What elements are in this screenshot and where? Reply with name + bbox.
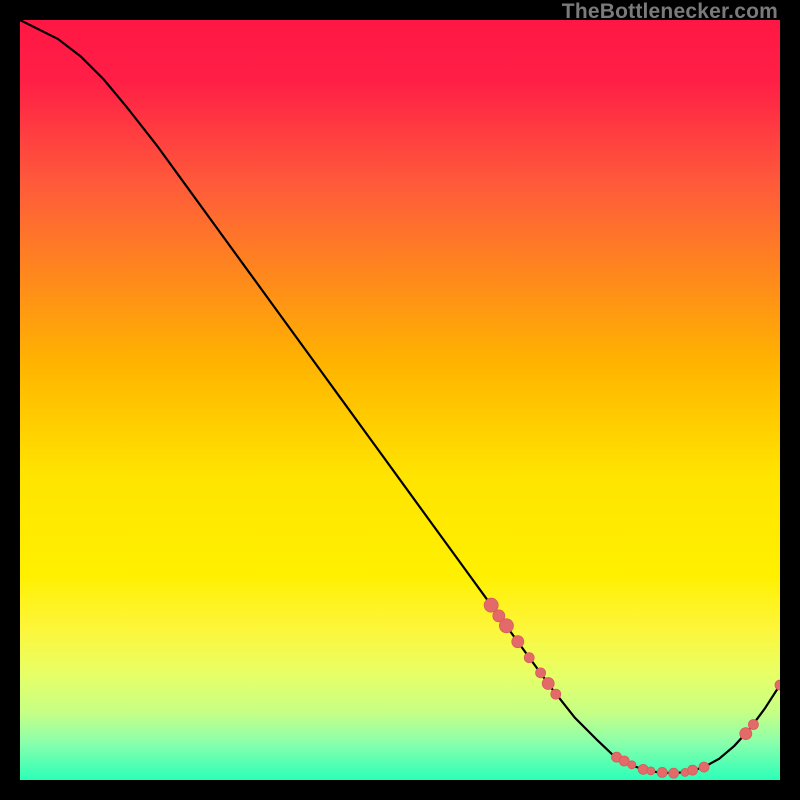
marker-point (657, 767, 667, 777)
marker-point (748, 720, 758, 730)
marker-point (699, 762, 709, 772)
marker-point (499, 619, 513, 633)
marker-point (688, 765, 698, 775)
marker-point (551, 689, 561, 699)
marker-point (524, 653, 534, 663)
watermark-text: TheBottlenecker.com (562, 0, 778, 24)
marker-point (740, 728, 752, 740)
marker-point (542, 677, 554, 689)
marker-point (647, 767, 655, 775)
bottleneck-chart (20, 20, 780, 780)
gradient-background (20, 20, 780, 780)
marker-point (669, 768, 679, 778)
chart-stage: TheBottlenecker.com (0, 0, 800, 800)
marker-point (536, 668, 546, 678)
marker-point (512, 636, 524, 648)
marker-point (628, 761, 636, 769)
